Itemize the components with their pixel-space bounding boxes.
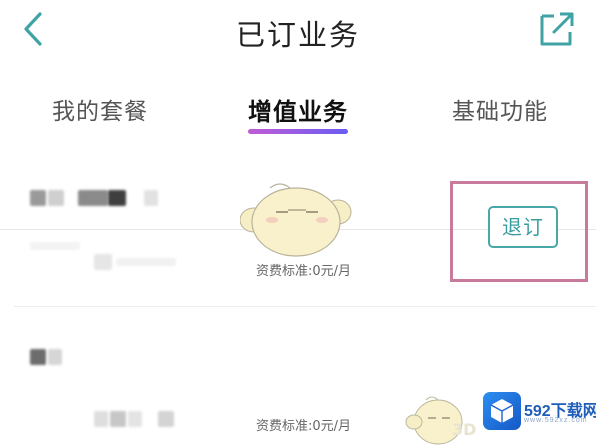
service-name-redacted xyxy=(48,190,64,206)
tab-bar: 我的套餐 增值业务 基础功能 xyxy=(0,80,596,230)
service-detail-redacted xyxy=(30,242,80,250)
watermark-url: www.592xz.com xyxy=(524,417,588,424)
active-tab-indicator xyxy=(248,129,348,134)
service-name-redacted xyxy=(48,349,62,365)
fee-label: 资费标准:0元/月 xyxy=(256,264,352,279)
service-detail-redacted xyxy=(110,411,126,427)
service-detail-redacted xyxy=(94,411,108,427)
service-name-redacted xyxy=(78,190,108,206)
tab-value-added[interactable]: 增值业务 xyxy=(248,92,348,127)
service-name-redacted xyxy=(144,190,158,206)
unsubscribe-button[interactable]: 退订 xyxy=(488,206,558,248)
tab-my-package[interactable]: 我的套餐 xyxy=(52,92,148,126)
mascot-sticker-icon xyxy=(240,183,352,257)
fee-label: 资费标准:0元/月 xyxy=(256,419,352,434)
service-detail-redacted xyxy=(128,411,142,427)
service-detail-redacted xyxy=(158,411,174,427)
watermark-logo-icon xyxy=(483,392,521,430)
tab-basic-functions[interactable]: 基础功能 xyxy=(452,92,548,126)
service-name-redacted xyxy=(30,349,46,365)
watermark-3d-label: 3D xyxy=(452,420,477,439)
external-link-icon[interactable] xyxy=(534,6,580,52)
service-name-redacted xyxy=(30,190,46,206)
service-detail-redacted xyxy=(94,254,112,270)
service-detail-redacted xyxy=(116,258,176,266)
watermark-badge: 3D 592下载网 www.592xz.com xyxy=(452,384,596,446)
app-header: 已订业务 xyxy=(0,0,596,62)
service-name-redacted xyxy=(108,190,126,206)
page-title: 已订业务 xyxy=(235,18,360,52)
